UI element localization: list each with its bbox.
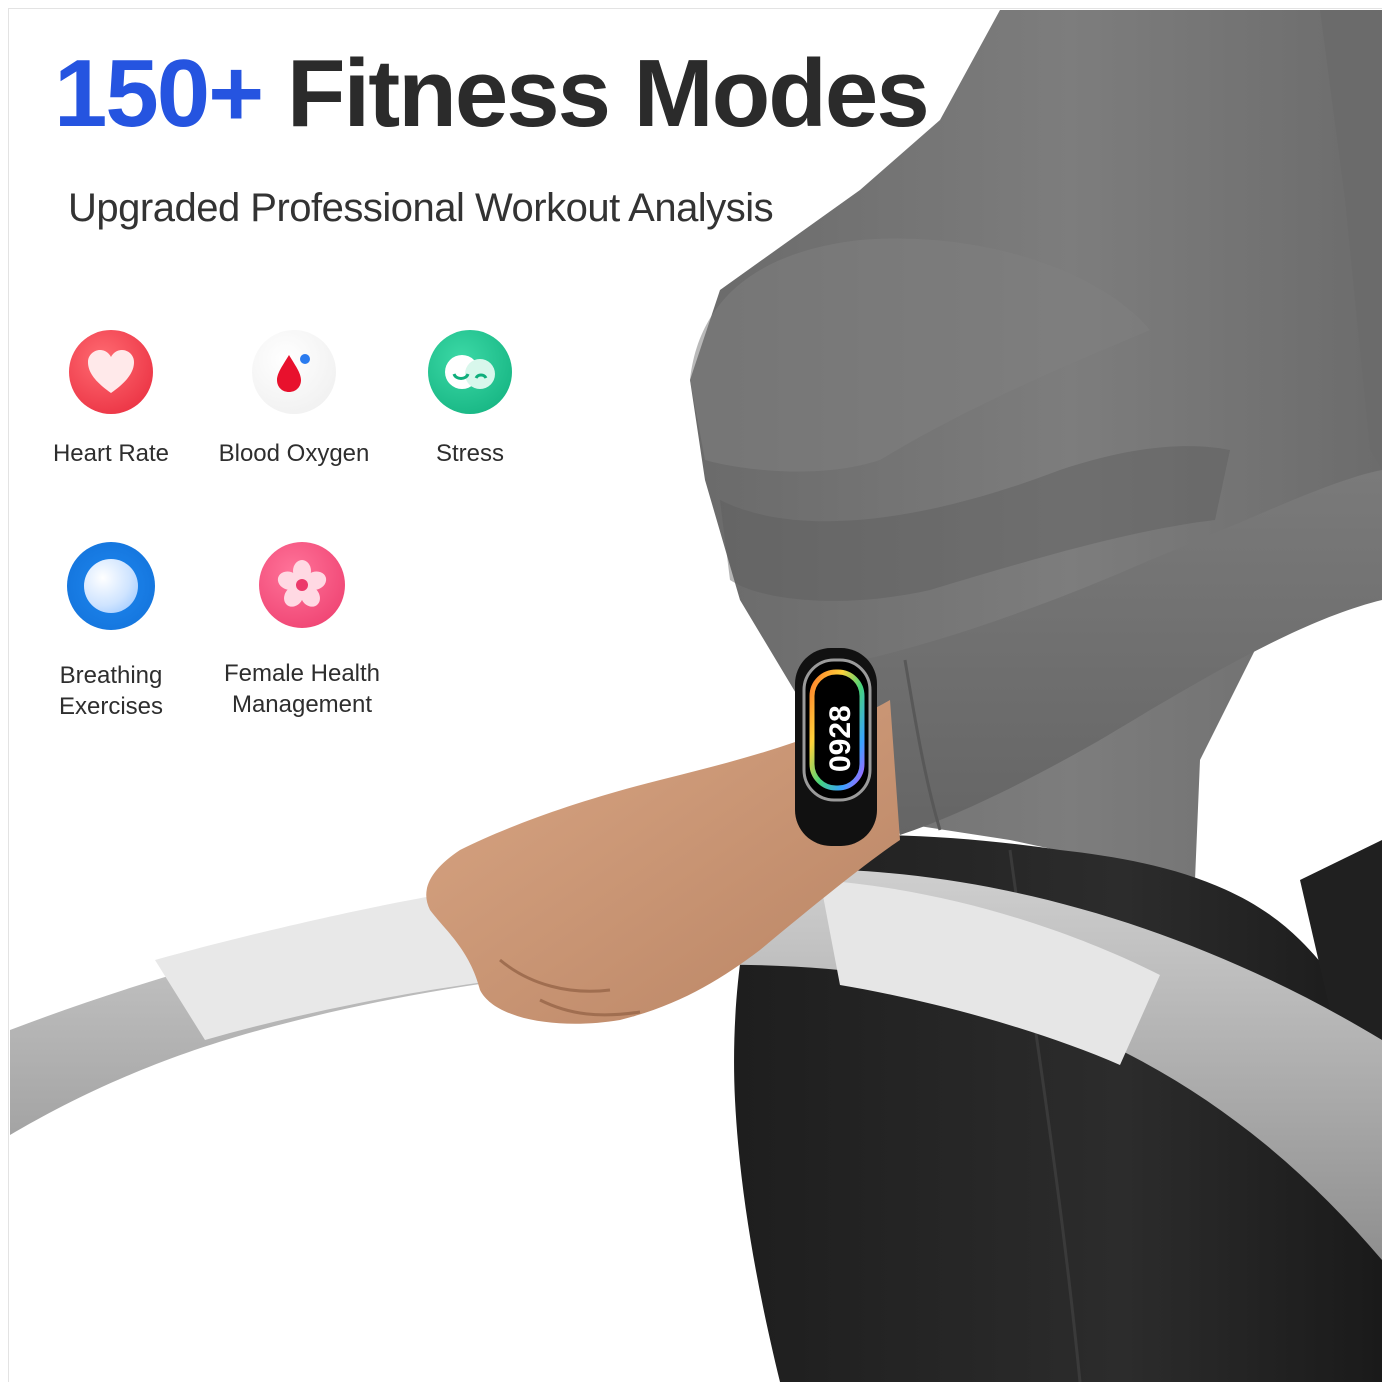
feature-label: Female Health Management <box>223 660 381 719</box>
feature-label: Blood Oxygen <box>218 440 370 467</box>
smart-band: 0928 <box>795 648 877 846</box>
feature-blood-oxygen: Blood Oxygen <box>210 330 378 469</box>
feature-label: Heart Rate <box>52 440 170 467</box>
stress-face-icon <box>428 330 512 414</box>
watch-time-display: 0928 <box>824 705 857 772</box>
headline-number: 150+ <box>54 40 264 147</box>
feature-label: Stress <box>435 440 504 467</box>
feature-heart-rate: Heart Rate <box>40 330 182 469</box>
feature-female-health-management: Female Health Management <box>210 542 394 720</box>
feature-label: Breathing Exercises <box>58 662 164 721</box>
product-banner: 0928 150+ Fitness Modes Upgraded Profess… <box>0 0 1382 1382</box>
headline-text: Fitness Modes <box>286 40 930 147</box>
headline: 150+ Fitness Modes <box>54 46 930 142</box>
feature-breathing-exercises: Breathing Exercises <box>40 542 182 722</box>
subtitle: Upgraded Professional Workout Analysis <box>68 186 774 230</box>
flower-icon <box>259 542 345 628</box>
feature-stress: Stress <box>410 330 530 469</box>
breathing-orb-icon <box>67 542 155 630</box>
heart-icon <box>69 330 153 414</box>
blood-drop-icon <box>252 330 336 414</box>
